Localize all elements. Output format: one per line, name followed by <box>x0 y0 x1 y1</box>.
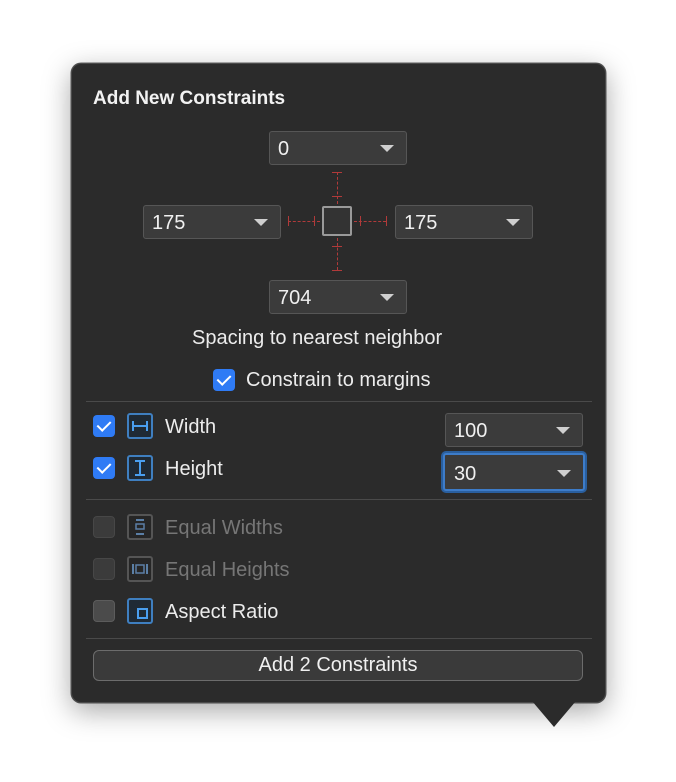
height-checkbox[interactable] <box>93 457 115 479</box>
bottom-spacing-dropdown[interactable]: 704 <box>269 280 407 314</box>
equal-widths-checkbox[interactable] <box>93 516 115 538</box>
chevron-down-icon <box>254 219 268 226</box>
height-value: 30 <box>454 463 477 485</box>
equal-heights-icon <box>127 556 153 582</box>
equal-widths-icon <box>127 514 153 540</box>
height-icon <box>127 455 153 481</box>
height-value-dropdown[interactable]: 30 <box>443 453 585 491</box>
constrain-to-margins-label: Constrain to margins <box>246 369 431 391</box>
divider <box>86 401 592 402</box>
checkbox-checked-icon <box>213 369 235 391</box>
top-spacing-dropdown[interactable]: 0 <box>269 131 407 165</box>
width-value: 100 <box>454 420 488 442</box>
aspect-ratio-icon <box>127 598 153 624</box>
height-label: Height <box>165 458 223 480</box>
popover-arrow <box>532 701 576 727</box>
chevron-down-icon <box>380 145 394 152</box>
equal-widths-label: Equal Widths <box>165 517 283 539</box>
aspect-ratio-checkbox[interactable] <box>93 600 115 622</box>
spacing-caption: Spacing to nearest neighbor <box>192 327 443 349</box>
equal-heights-checkbox[interactable] <box>93 558 115 580</box>
chevron-down-icon <box>557 470 571 477</box>
leading-spacing-value: 175 <box>152 212 186 234</box>
trailing-spacing-value: 175 <box>404 212 438 234</box>
divider <box>86 638 592 639</box>
width-icon <box>127 413 153 439</box>
leading-spacing-dropdown[interactable]: 175 <box>143 205 281 239</box>
chevron-down-icon <box>380 294 394 301</box>
aspect-ratio-label: Aspect Ratio <box>165 601 279 623</box>
add-constraints-button[interactable]: Add 2 Constraints <box>93 650 583 681</box>
top-spacing-value: 0 <box>278 138 290 160</box>
width-value-dropdown[interactable]: 100 <box>445 413 583 447</box>
divider <box>86 499 592 500</box>
equal-heights-label: Equal Heights <box>165 559 290 581</box>
selected-view-box <box>322 206 352 236</box>
chevron-down-icon <box>556 427 570 434</box>
add-constraints-popover: Add New Constraints 0 175 175 704 Spacin… <box>71 63 606 703</box>
bottom-spacing-value: 704 <box>278 287 312 309</box>
popover-title: Add New Constraints <box>93 88 286 109</box>
width-checkbox[interactable] <box>93 415 115 437</box>
chevron-down-icon <box>506 219 520 226</box>
trailing-spacing-dropdown[interactable]: 175 <box>395 205 533 239</box>
width-label: Width <box>165 416 217 438</box>
